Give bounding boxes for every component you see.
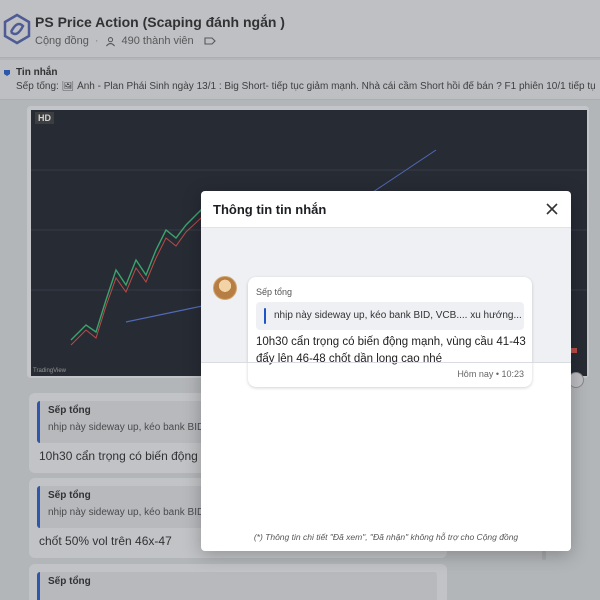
sender-name: Sếp tổng: [256, 287, 293, 297]
quote-bar: [264, 308, 266, 324]
message-bubble: Sếp tổng nhịp này sideway up, kéo bank B…: [248, 277, 532, 387]
message-preview-area: Sếp tổng nhịp này sideway up, kéo bank B…: [201, 228, 571, 387]
dialog-header: Thông tin tin nhắn: [201, 191, 571, 228]
message-timestamp: Hôm nay • 10:23: [457, 369, 524, 379]
dialog-title: Thông tin tin nhắn: [213, 202, 327, 217]
divider: [201, 362, 571, 363]
message-info-dialog: Thông tin tin nhắn Sếp tổng nhịp này sid…: [201, 191, 571, 551]
dialog-footnote: (*) Thông tin chi tiết "Đã xem", "Đã nhậ…: [253, 532, 519, 542]
quote-text: nhịp này sideway up, kéo bank BID, VCB..…: [274, 310, 522, 321]
quoted-message[interactable]: nhịp này sideway up, kéo bank BID, VCB..…: [256, 302, 524, 330]
close-icon[interactable]: [543, 200, 561, 218]
avatar[interactable]: [213, 276, 237, 300]
